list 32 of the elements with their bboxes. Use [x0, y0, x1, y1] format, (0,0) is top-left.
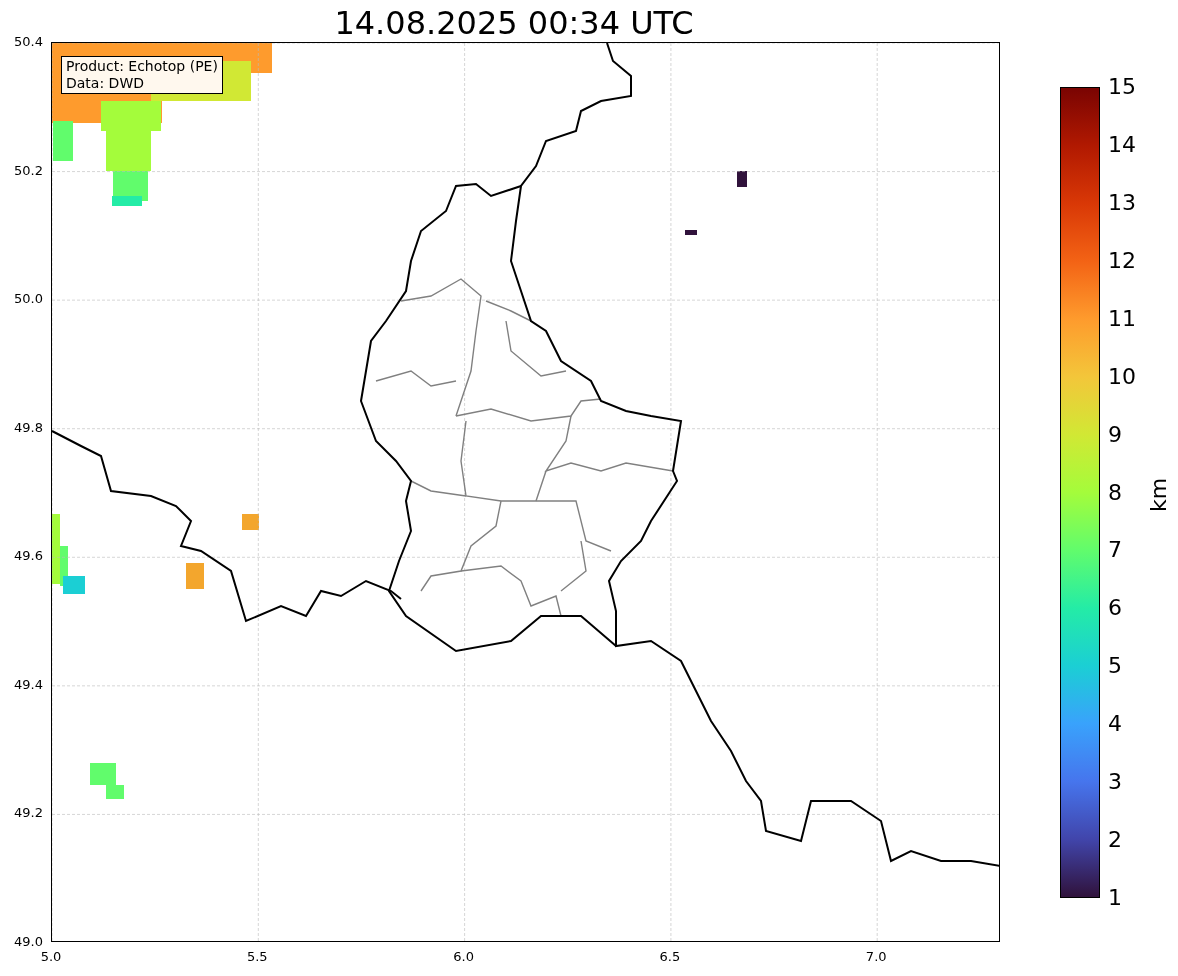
colorbar-tick-label: 6 [1108, 595, 1122, 622]
colorbar-tick-label: 8 [1108, 479, 1122, 506]
x-tick-label: 6.0 [453, 949, 474, 965]
colorbar-label: km [1146, 477, 1173, 513]
x-tick-label: 7.0 [865, 949, 887, 965]
x-tick-label: 5.5 [246, 949, 268, 965]
y-tick-label: 49.8 [14, 419, 43, 436]
colorbar-tick-label: 13 [1108, 189, 1136, 216]
annotation-text: Data: DWD [66, 75, 145, 92]
y-tick-label: 50.4 [14, 34, 43, 50]
colorbar-tick-label: 10 [1108, 363, 1136, 390]
colorbar-tick-label: 2 [1108, 827, 1122, 854]
colorbar-tick-label: 5 [1108, 653, 1122, 680]
colorbar-tick-label: 11 [1108, 305, 1136, 332]
y-tick-label: 49.0 [14, 934, 43, 950]
colorbar-tick-label: 12 [1108, 247, 1136, 274]
colorbar-tick-label: 3 [1108, 769, 1122, 796]
annotation-text: Product: Echotop (PE) [66, 58, 218, 75]
colorbar-tick-label: 4 [1108, 711, 1122, 738]
y-tick-label: 49.6 [14, 548, 43, 565]
x-tick-label: 6.5 [659, 949, 681, 965]
x-tick-label: 5.0 [40, 949, 62, 965]
y-tick-label: 50.0 [14, 291, 43, 308]
y-tick-label: 49.4 [14, 676, 43, 693]
colorbar-tick-label: 14 [1108, 131, 1136, 158]
y-tick-label: 49.2 [14, 805, 43, 822]
colorbar-tick-label: 7 [1108, 537, 1122, 564]
y-tick-label: 50.2 [14, 162, 43, 179]
colorbar-tick-label: 15 [1108, 74, 1136, 100]
colorbar-tick-label: 9 [1108, 421, 1122, 448]
chart-title: 14.08.2025 00:34 UTC [334, 4, 694, 42]
colorbar-tick-label: 1 [1108, 885, 1122, 911]
